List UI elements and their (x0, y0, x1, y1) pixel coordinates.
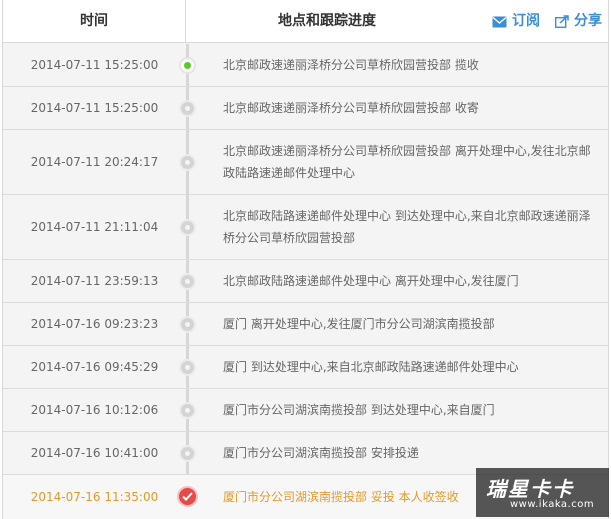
event-time: 2014-07-16 10:12:06 (30, 403, 159, 417)
event-time: 2014-07-16 10:41:00 (30, 446, 159, 460)
timeline-dot (179, 445, 196, 462)
subscribe-button[interactable]: 订阅 (492, 0, 540, 43)
share-button[interactable]: 分享 (555, 0, 602, 43)
watermark-url: www.ikaka.com (510, 499, 595, 510)
event-time: 2014-07-11 15:25:00 (30, 101, 159, 115)
progress-column-header: 地点和跟踪进度 (278, 13, 376, 29)
timeline-dot (179, 273, 196, 290)
tracking-row: 2014-07-16 09:45:29 厦门 到达处理中心,来自北京邮政陆路速递… (3, 346, 608, 389)
event-description: 北京邮政速递丽泽桥分公司草桥欣园营投部 揽收 (223, 58, 479, 72)
tracking-row: 2014-07-16 10:12:06 厦门市分公司湖滨南揽投部 到达处理中心,… (3, 389, 608, 432)
timeline-dot (179, 154, 196, 171)
event-description: 厦门市分公司湖滨南揽投部 到达处理中心,来自厦门 (223, 403, 495, 417)
tracking-row: 2014-07-11 23:59:13 北京邮政陆路速递邮件处理中心 离开处理中… (3, 260, 608, 303)
tracking-row: 2014-07-11 15:25:00 北京邮政速递丽泽桥分公司草桥欣园营投部 … (3, 44, 608, 87)
event-time: 2014-07-16 11:35:00 (30, 490, 159, 504)
tracking-row: 2014-07-11 15:25:00 北京邮政速递丽泽桥分公司草桥欣园营投部 … (3, 87, 608, 130)
event-description: 北京邮政速递丽泽桥分公司草桥欣园营投部 收寄 (223, 101, 479, 115)
event-time: 2014-07-11 20:24:17 (30, 155, 159, 169)
tracking-row: 2014-07-11 21:11:04 北京邮政陆路速递邮件处理中心 到达处理中… (3, 195, 608, 260)
timeline-dot (179, 316, 196, 333)
delivered-check-icon (177, 486, 198, 507)
event-time: 2014-07-16 09:45:29 (30, 360, 159, 374)
event-description: 厦门市分公司湖滨南揽投部 安排投递 (223, 446, 419, 460)
mail-icon (492, 16, 507, 27)
event-description: 北京邮政速递丽泽桥分公司草桥欣园营投部 离开处理中心,发往北京邮政陆路速递邮件处… (223, 144, 591, 180)
tracking-panel: 时间 地点和跟踪进度 订阅 分享 2014-07-11 15:25:00 北京邮… (2, 0, 609, 519)
event-description: 厦门 到达处理中心,来自北京邮政陆路速递邮件处理中心 (223, 360, 519, 374)
subscribe-label: 订阅 (512, 13, 540, 29)
timeline-dot (179, 359, 196, 376)
timeline-dot (179, 100, 196, 117)
event-time: 2014-07-11 15:25:00 (30, 58, 159, 72)
event-description: 北京邮政陆路速递邮件处理中心 到达处理中心,来自北京邮政速递丽泽桥分公司草桥欣园… (223, 209, 591, 245)
tracking-row: 2014-07-11 20:24:17 北京邮政速递丽泽桥分公司草桥欣园营投部 … (3, 130, 608, 195)
timeline-dot (179, 219, 196, 236)
timeline-dot (179, 402, 196, 419)
share-icon (555, 15, 569, 28)
table-header: 时间 地点和跟踪进度 订阅 分享 (3, 0, 608, 43)
watermark-title: 瑞星卡卡 (486, 477, 574, 501)
event-time: 2014-07-11 21:11:04 (30, 220, 159, 234)
tracking-row: 2014-07-16 09:23:23 厦门 离开处理中心,发往厦门市分公司湖滨… (3, 303, 608, 346)
watermark-logo: 瑞星卡卡 www.ikaka.com (476, 468, 609, 517)
event-description: 北京邮政陆路速递邮件处理中心 离开处理中心,发往厦门 (223, 274, 519, 288)
share-label: 分享 (574, 13, 602, 29)
event-description: 厦门 离开处理中心,发往厦门市分公司湖滨南揽投部 (223, 317, 495, 331)
event-time: 2014-07-11 23:59:13 (30, 274, 159, 288)
time-column-header: 时间 (3, 0, 186, 43)
current-status-dot (179, 57, 196, 74)
event-time: 2014-07-16 09:23:23 (30, 317, 159, 331)
